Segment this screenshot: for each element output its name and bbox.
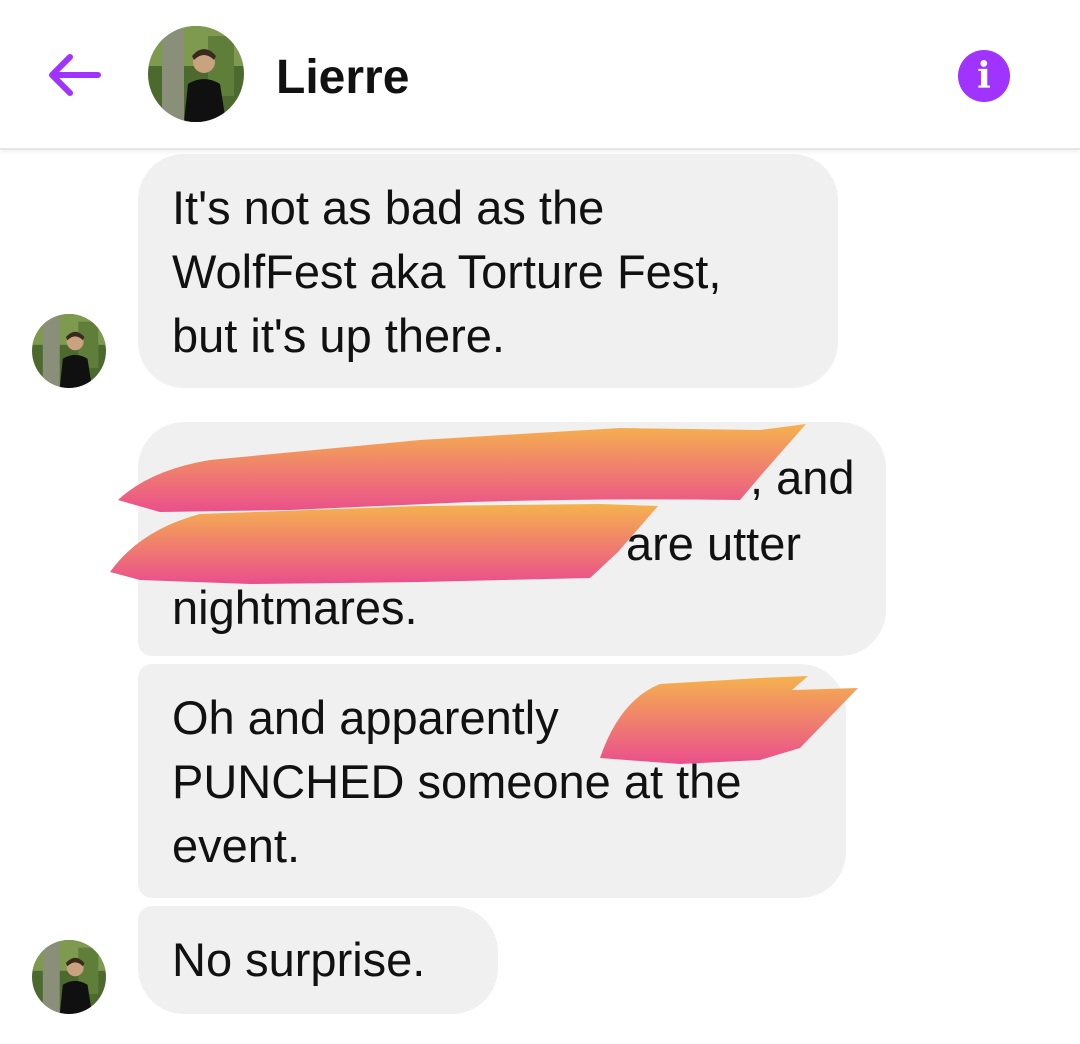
message-text: It's not as bad as the WolfFest aka Tort… (172, 181, 722, 362)
message-text-fragment: are utter (626, 517, 802, 570)
avatar-image (148, 26, 244, 122)
contact-name[interactable]: Lierre (276, 50, 409, 106)
message-bubble[interactable]: It's not as bad as the WolfFest aka Tort… (138, 154, 838, 388)
message-bubble[interactable]: , and are utter nightmares. (138, 422, 886, 656)
message-text: Oh and apparently PUNCHED someone at the… (172, 691, 742, 872)
contact-avatar[interactable] (148, 26, 244, 122)
message-text-fragment: , and (750, 451, 855, 504)
sender-avatar[interactable] (32, 940, 106, 1014)
conversation-header: Lierre i (0, 0, 1080, 150)
info-button[interactable]: i (958, 50, 1010, 102)
avatar-image (32, 314, 106, 388)
avatar-image (32, 940, 106, 1014)
back-button[interactable] (40, 48, 104, 102)
message-text: No surprise. (172, 933, 426, 986)
info-icon: i (977, 55, 991, 97)
arrow-left-icon (49, 54, 101, 96)
message-bubble[interactable]: No surprise. (138, 906, 498, 1014)
message-bubble[interactable]: Oh and apparently PUNCHED someone at the… (138, 664, 846, 898)
message-text-fragment: nightmares. (172, 581, 418, 634)
sender-avatar[interactable] (32, 314, 106, 388)
